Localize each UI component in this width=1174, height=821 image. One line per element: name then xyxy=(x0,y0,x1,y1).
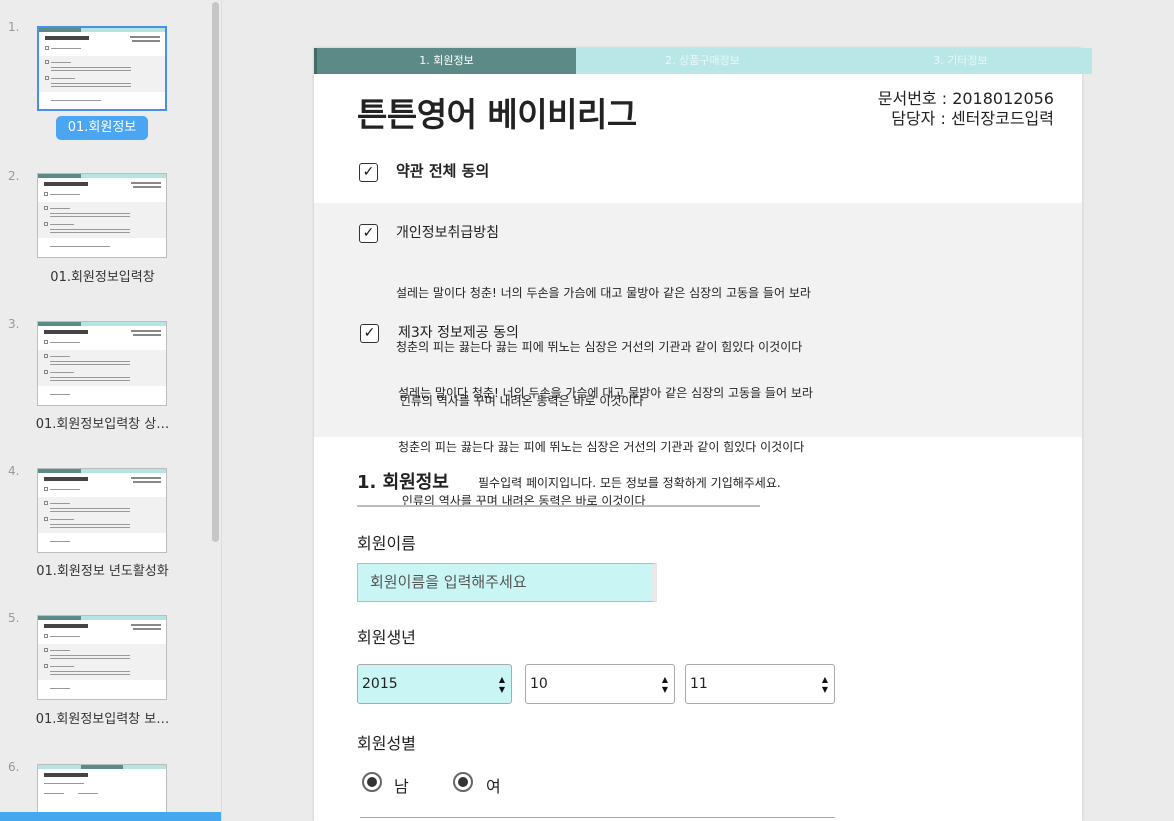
tab-member-info[interactable]: 1. 회원정보 xyxy=(314,48,576,74)
slide-panel: 1. 01.회원정보 2. 01.회원정보입력창 3. 01.회원정보입력창 상… xyxy=(0,0,222,821)
page-title: 튼튼영어 베이비리그 xyxy=(357,95,637,134)
name-label: 회원이름 xyxy=(357,534,416,553)
slide-number: 1. xyxy=(8,20,20,34)
birth-month-value: 10 xyxy=(530,676,548,692)
gender-male-radio[interactable] xyxy=(362,772,382,792)
slide-thumbnail[interactable] xyxy=(37,26,167,111)
term-line: 청춘의 피는 끓는다 끓는 피에 뛰노는 심장은 거선의 기관과 같이 힘있다 … xyxy=(398,440,805,454)
slide-item[interactable]: 4. 01.회원정보 년도활성화 xyxy=(0,464,205,594)
gender-female-radio[interactable] xyxy=(453,772,473,792)
slide-label[interactable]: 01.회원정보입력창 보… xyxy=(0,708,205,727)
slide-number: 4. xyxy=(8,464,20,478)
section-description: 필수입력 페이지입니다. 모든 정보를 정확하게 기입해주세요. xyxy=(478,476,781,490)
birth-day-stepper[interactable]: 11 ▲ ▼ xyxy=(685,664,835,704)
gender-male-label: 남 xyxy=(394,777,409,796)
slide-number: 3. xyxy=(8,317,20,331)
slide-label[interactable]: 01.회원정보입력창 상… xyxy=(0,413,205,432)
slide-item[interactable]: 3. 01.회원정보입력창 상… xyxy=(0,317,205,447)
slide-label[interactable]: 01.회원정보 년도활성화 xyxy=(0,560,205,579)
stepper-arrows-icon[interactable]: ▲ ▼ xyxy=(822,675,828,695)
sidebar-scrollbar[interactable] xyxy=(211,0,219,821)
tab-other-info[interactable]: 3. 기타정보 xyxy=(829,48,1092,74)
term-line: 설레는 말이다 청춘! 너의 두손을 가슴에 대고 물방아 같은 심장의 고동을… xyxy=(398,386,813,400)
agree-all-label: 약관 전체 동의 xyxy=(396,162,490,180)
term-line: 인류의 역사를 꾸며 내려온 동력은 바로 이것이다 xyxy=(398,494,646,508)
form-divider xyxy=(360,817,835,818)
slide-number: 2. xyxy=(8,169,20,183)
third-party-checkbox[interactable]: ✓ xyxy=(360,324,379,343)
gender-female-label: 여 xyxy=(486,777,501,796)
term-line: 설레는 말이다 청춘! 너의 두손을 가슴에 대고 물방아 같은 심장의 고동을… xyxy=(396,286,811,300)
slide-number: 5. xyxy=(8,611,20,625)
privacy-policy-checkbox[interactable]: ✓ xyxy=(359,224,378,243)
gender-label: 회원성별 xyxy=(357,734,416,753)
birth-day-value: 11 xyxy=(690,676,708,692)
selection-indicator-bar xyxy=(0,812,221,821)
agree-all-checkbox[interactable]: ✓ xyxy=(359,163,378,182)
privacy-policy-title: 개인정보취급방침 xyxy=(396,225,500,241)
birth-label: 회원생년 xyxy=(357,628,416,647)
name-input[interactable]: 회원이름을 입력해주세요 xyxy=(357,563,657,602)
scrollbar-thumb[interactable] xyxy=(212,2,219,542)
birth-month-stepper[interactable]: 10 ▲ ▼ xyxy=(525,664,675,704)
slide-thumbnail[interactable] xyxy=(37,321,167,406)
doc-number: 문서번호 : 2018012056 xyxy=(877,89,1054,108)
third-party-title: 제3자 정보제공 동의 xyxy=(398,325,519,341)
slide-thumbnail[interactable] xyxy=(37,173,167,258)
slide-thumbnail[interactable] xyxy=(37,615,167,700)
birth-year-value: 2015 xyxy=(362,676,398,692)
document-info: 문서번호 : 2018012056 담당자 : 센터장코드입력 xyxy=(878,89,1054,129)
manager-name: 담당자 : 센터장코드입력 xyxy=(891,109,1054,128)
step-tabs: 1. 회원정보 2. 상품구매정보 3. 기타정보 xyxy=(314,48,1092,74)
terms-section: ✓ 개인정보취급방침 설레는 말이다 청춘! 너의 두손을 가슴에 대고 물방아… xyxy=(314,203,1082,508)
slide-item[interactable]: 1. 01.회원정보 xyxy=(0,20,205,150)
slide-item[interactable]: 5. 01.회원정보입력창 보… xyxy=(0,611,205,741)
section-divider xyxy=(357,505,760,507)
slide-thumbnail[interactable] xyxy=(37,468,167,553)
stepper-arrows-icon[interactable]: ▲ ▼ xyxy=(499,675,505,695)
slide-number: 6. xyxy=(8,760,20,774)
third-party-text: 설레는 말이다 청춘! 너의 두손을 가슴에 대고 물방아 같은 심장의 고동을… xyxy=(398,348,813,546)
tab-purchase-info[interactable]: 2. 상품구매정보 xyxy=(576,48,829,74)
form-page: 1. 회원정보 2. 상품구매정보 3. 기타정보 튼튼영어 베이비리그 문서번… xyxy=(314,48,1092,821)
stepper-arrows-icon[interactable]: ▲ ▼ xyxy=(662,675,668,695)
section-title: 1. 회원정보 xyxy=(357,472,449,493)
birth-year-stepper[interactable]: 2015 ▲ ▼ xyxy=(357,664,512,704)
slide-label[interactable]: 01.회원정보 xyxy=(56,116,148,140)
slide-label[interactable]: 01.회원정보입력창 xyxy=(0,266,205,285)
slide-item[interactable]: 2. 01.회원정보입력창 xyxy=(0,169,205,299)
